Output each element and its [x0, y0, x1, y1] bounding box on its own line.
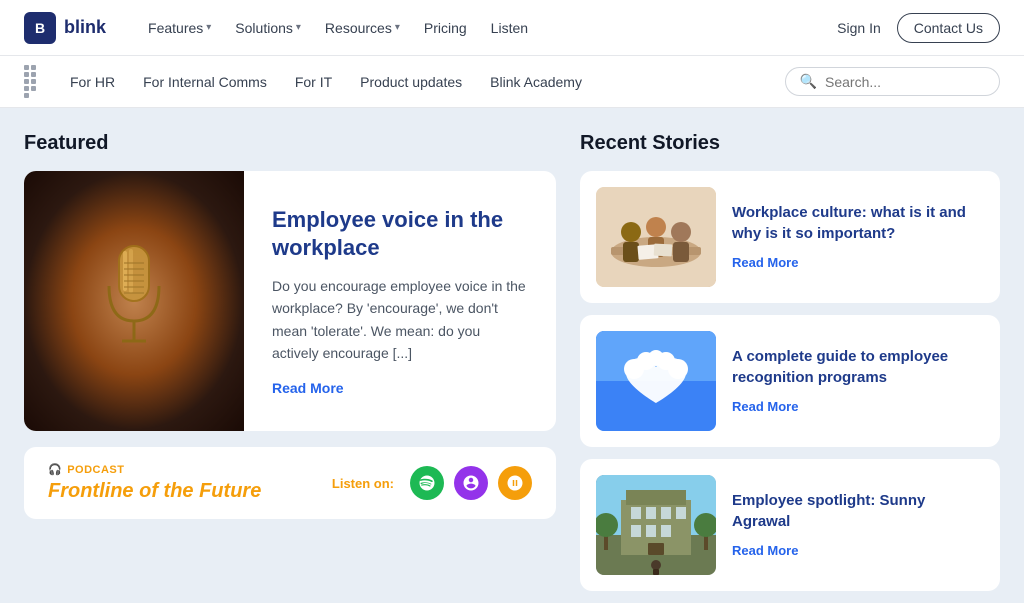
grid-dot	[24, 79, 29, 84]
featured-content: Employee voice in the workplace Do you e…	[244, 171, 556, 431]
workplace-illustration	[596, 187, 716, 287]
recent-stories-section: Recent Stories	[580, 132, 1000, 603]
grid-dot	[24, 72, 29, 77]
grid-dot	[31, 79, 36, 84]
chevron-down-icon: ▾	[395, 22, 400, 33]
main-content: Featured	[0, 108, 1024, 603]
story-content-0: Workplace culture: what is it and why is…	[732, 202, 984, 272]
podcast-title[interactable]: Frontline of the Future	[48, 480, 261, 503]
grid-dot	[24, 65, 29, 70]
listen-label: Listen on:	[332, 476, 394, 491]
sec-nav-for-hr[interactable]: For HR	[58, 68, 127, 96]
grid-dot	[31, 72, 36, 77]
story-title-2: Employee spotlight: Sunny Agrawal	[732, 490, 984, 532]
story-title-0: Workplace culture: what is it and why is…	[732, 202, 984, 244]
logo-text: blink	[64, 17, 106, 38]
featured-image	[24, 171, 244, 431]
building-illustration	[596, 475, 716, 575]
story-content-2: Employee spotlight: Sunny Agrawal Read M…	[732, 490, 984, 560]
nav-solutions[interactable]: Solutions ▾	[225, 14, 311, 42]
chevron-down-icon: ▾	[296, 22, 301, 33]
sec-nav-for-it[interactable]: For IT	[283, 68, 344, 96]
grid-dot	[31, 86, 36, 91]
story-card-0: Workplace culture: what is it and why is…	[580, 171, 1000, 303]
story-read-more-1[interactable]: Read More	[732, 399, 798, 414]
story-card-1: A complete guide to employee recognition…	[580, 315, 1000, 447]
grid-dot	[31, 65, 36, 70]
logo-letter: B	[35, 20, 45, 36]
story-read-more-2[interactable]: Read More	[732, 543, 798, 558]
featured-card: Employee voice in the workplace Do you e…	[24, 171, 556, 431]
microphone-illustration	[94, 241, 174, 361]
featured-read-more[interactable]: Read More	[272, 380, 528, 396]
cloud-illustration	[596, 331, 716, 431]
main-nav: Features ▾ Solutions ▾ Resources ▾ Prici…	[138, 14, 837, 42]
search-input[interactable]	[825, 74, 985, 90]
featured-article-title: Employee voice in the workplace	[272, 206, 528, 263]
contact-us-button[interactable]: Contact Us	[897, 13, 1000, 43]
grid-icon[interactable]	[24, 65, 42, 98]
spotify-button[interactable]	[410, 466, 444, 500]
logo-icon: B	[24, 12, 56, 44]
search-icon: 🔍	[800, 73, 817, 90]
story-image-2	[596, 475, 716, 575]
sign-in-button[interactable]: Sign In	[837, 20, 881, 36]
nav-listen[interactable]: Listen	[481, 14, 538, 42]
story-title-1: A complete guide to employee recognition…	[732, 346, 984, 388]
grid-dot	[24, 93, 29, 98]
nav-resources[interactable]: Resources ▾	[315, 14, 410, 42]
sec-nav-for-internal-comms[interactable]: For Internal Comms	[131, 68, 279, 96]
sec-nav-blink-academy[interactable]: Blink Academy	[478, 68, 594, 96]
podcast-banner: 🎧 PODCAST Frontline of the Future Listen…	[24, 447, 556, 519]
apple-podcasts-button[interactable]	[454, 466, 488, 500]
featured-section: Featured	[24, 132, 556, 603]
featured-image-inner	[24, 171, 244, 431]
nav-pricing[interactable]: Pricing	[414, 14, 477, 42]
recent-stories-title: Recent Stories	[580, 132, 1000, 155]
featured-title: Featured	[24, 132, 556, 155]
podcast-label: 🎧 PODCAST	[48, 463, 261, 476]
nav-features[interactable]: Features ▾	[138, 14, 221, 42]
story-content-1: A complete guide to employee recognition…	[732, 346, 984, 416]
spotify-icon	[418, 474, 436, 492]
chevron-down-icon: ▾	[206, 22, 211, 33]
story-read-more-0[interactable]: Read More	[732, 255, 798, 270]
sec-nav-product-updates[interactable]: Product updates	[348, 68, 474, 96]
podcast-icon	[506, 474, 524, 492]
story-card-2: Employee spotlight: Sunny Agrawal Read M…	[580, 459, 1000, 591]
story-image-1	[596, 331, 716, 431]
nav-right: Sign In Contact Us	[837, 13, 1000, 43]
podcast-info: 🎧 PODCAST Frontline of the Future	[48, 463, 261, 503]
podcast-right: Listen on:	[332, 466, 532, 500]
podcast-icons	[410, 466, 532, 500]
blink-podcast-button[interactable]	[498, 466, 532, 500]
headphones-icon: 🎧	[48, 463, 62, 476]
search-box[interactable]: 🔍	[785, 67, 1000, 96]
top-nav: B blink Features ▾ Solutions ▾ Resources…	[0, 0, 1024, 56]
featured-article-desc: Do you encourage employee voice in the w…	[272, 275, 528, 365]
apple-podcast-icon	[462, 474, 480, 492]
logo-area[interactable]: B blink	[24, 12, 106, 44]
story-image-0	[596, 187, 716, 287]
secondary-nav: For HR For Internal Comms For IT Product…	[0, 56, 1024, 108]
grid-dot	[24, 86, 29, 91]
